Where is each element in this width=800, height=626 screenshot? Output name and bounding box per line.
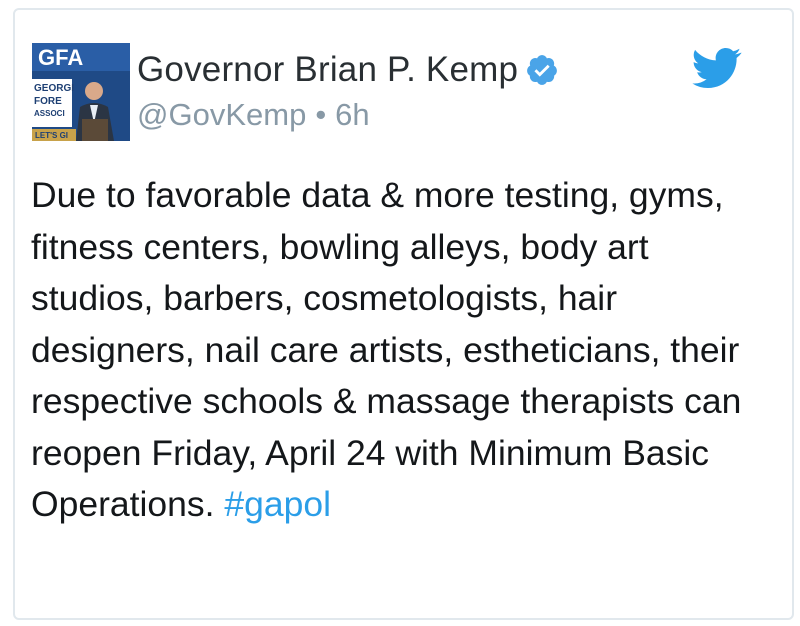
avatar[interactable]: GFA GEORGI FORE ASSOCI LET'S GI <box>32 43 130 141</box>
author-meta: @GovKemp • 6h <box>137 95 370 135</box>
author-handle[interactable]: @GovKemp <box>137 97 306 133</box>
author-row: Governor Brian P. Kemp <box>137 46 559 94</box>
verified-badge-icon <box>527 55 558 85</box>
avatar-banner-bottom: LET'S GI <box>35 131 68 140</box>
tweet-body: Due to favorable data & more testing, gy… <box>31 175 742 524</box>
avatar-banner-line2: FORE <box>34 96 62 107</box>
meta-separator: • <box>315 97 327 132</box>
avatar-banner-line3: ASSOCI <box>34 109 65 118</box>
tweet-text: Due to favorable data & more testing, gy… <box>31 170 761 531</box>
hashtag-link[interactable]: #gapol <box>224 484 331 524</box>
author-display-name[interactable]: Governor Brian P. Kemp <box>137 50 518 90</box>
twitter-bird-icon[interactable] <box>692 48 742 88</box>
avatar-image: GFA GEORGI FORE ASSOCI LET'S GI <box>32 43 130 141</box>
tweet-timestamp[interactable]: 6h <box>335 97 369 133</box>
avatar-banner-line1: GEORGI <box>34 83 74 94</box>
avatar-logo-text: GFA <box>38 45 83 70</box>
